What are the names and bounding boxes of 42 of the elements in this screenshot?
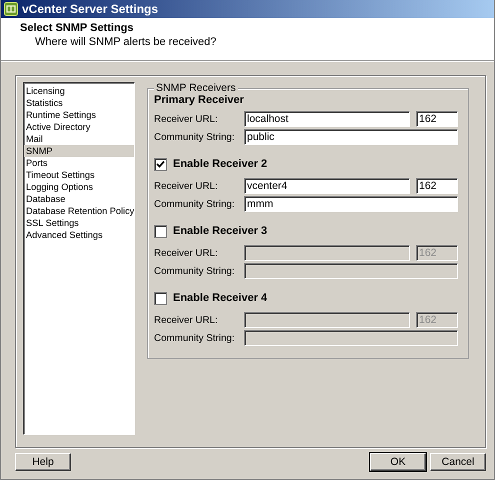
input-field[interactable]: 162 [416,178,458,194]
cancel-button[interactable]: Cancel [430,453,486,471]
app-icon [4,2,18,16]
checkbox-label[interactable]: Enable Receiver 3 [173,225,268,237]
list-item[interactable]: Database [24,193,134,205]
help-button[interactable]: Help [15,453,71,471]
ok-button[interactable]: OK [370,453,426,471]
list-item[interactable]: Runtime Settings [24,109,134,121]
field-label: Receiver URL: [154,248,219,258]
field-label: Community String: [154,132,236,142]
field-label: Receiver URL: [154,114,219,124]
field-label: Community String: [154,198,236,210]
list-item[interactable]: Ports [24,157,134,169]
input-field[interactable]: public [244,129,458,145]
window-title: vCenter Server Settings [22,2,158,16]
list-item[interactable]: Licensing [24,85,134,97]
field-label: Receiver URL: [154,180,219,192]
checkbox[interactable] [154,292,167,304]
page-subtitle: Where will SNMP alerts be received? [34,36,218,48]
list-item[interactable]: SSL Settings [24,217,134,229]
list-item[interactable]: Timeout Settings [24,169,134,181]
list-item[interactable]: Database Retention Policy [24,205,134,217]
checkbox-label[interactable]: Enable Receiver 2 [173,158,268,170]
section-heading: Primary Receiver [154,94,245,106]
group-title: SNMP Receivers [154,82,238,94]
list-item[interactable]: SNMP [24,145,134,157]
input-field[interactable]: 162 [416,111,458,127]
field-label: Community String: [154,266,236,276]
field-label: Receiver URL: [154,314,219,326]
checkbox[interactable] [154,224,167,238]
page-heading: Select SNMP Settings [20,22,134,34]
list-item[interactable]: Logging Options [24,181,134,193]
list-item[interactable]: Advanced Settings [24,229,134,241]
input-field[interactable]: localhost [244,111,410,127]
list-item[interactable]: Statistics [24,97,134,109]
input-field[interactable]: vcenter4 [244,178,410,194]
checkbox[interactable] [154,158,167,170]
list-item[interactable]: Active Directory [24,121,134,133]
checkbox-label[interactable]: Enable Receiver 4 [173,292,268,304]
field-label: Community String: [154,332,236,344]
list-item[interactable]: Mail [24,133,134,145]
input-field[interactable]: mmm [244,196,458,212]
